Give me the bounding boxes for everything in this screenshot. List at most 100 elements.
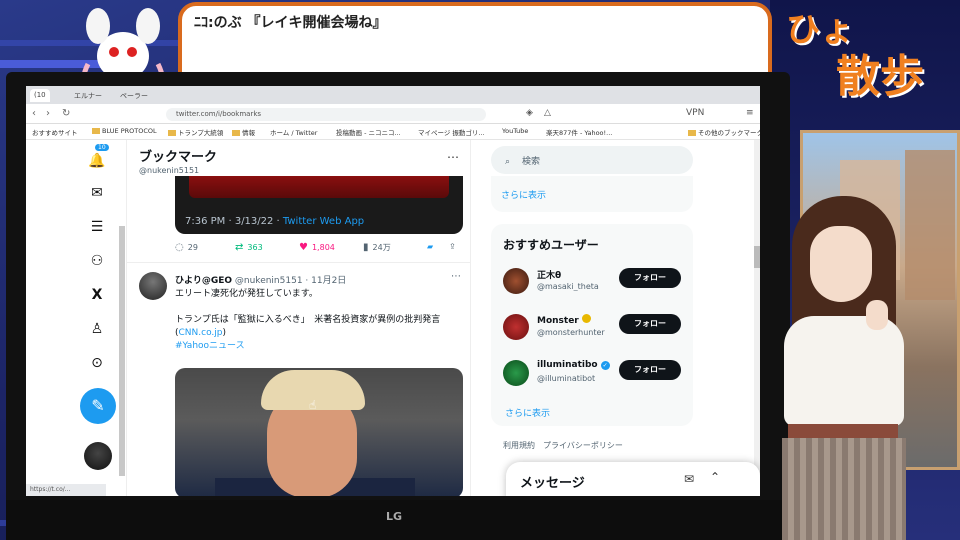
bookmark-item[interactable]: 情報	[232, 127, 255, 137]
browser-tab[interactable]: エルナー	[70, 89, 106, 102]
vtuber-avatar	[770, 196, 920, 540]
who-to-follow-box: おすすめユーザー 正木θ @masaki_theta フォロー Monster …	[491, 224, 693, 426]
new-message-icon[interactable]: ✉	[684, 472, 694, 486]
user-handle: @masaki_theta	[537, 282, 599, 291]
notification-badge: 10	[95, 144, 109, 151]
tweet-image[interactable]: ☝	[175, 368, 463, 496]
people-icon[interactable]: ⚇	[86, 250, 108, 272]
forward-icon[interactable]: ›	[46, 108, 50, 119]
bookmark-item[interactable]: ホーム / Twitter	[270, 127, 317, 137]
who-to-follow-title: おすすめユーザー	[503, 238, 599, 252]
avatar-hand	[866, 300, 888, 330]
avatar-face	[810, 226, 872, 302]
browser-tab-bar: (10 エルナー ペーラー	[26, 86, 760, 104]
heart-icon: ♥	[299, 242, 308, 253]
tweet-hashtag[interactable]: #Yahooニュース	[175, 340, 465, 353]
reload-icon[interactable]: ↻	[62, 108, 70, 119]
bookmark-item[interactable]: BLUE PROTOCOL	[92, 127, 157, 135]
suggested-user[interactable]: 正木θ @masaki_theta フォロー	[503, 266, 693, 302]
tweet-handle-date: @nukenin5151 · 11月2日	[234, 276, 347, 286]
views-button[interactable]: ▮ 24万	[363, 242, 391, 253]
bookmark-item[interactable]: おすすめサイト	[32, 127, 78, 137]
messages-drawer[interactable]: メッセージ ✉ ⌃	[506, 462, 760, 496]
share-icon[interactable]: ⇪	[449, 242, 456, 251]
bookmark-item[interactable]: 投稿動画 - ニコニコ...	[336, 127, 401, 137]
user-name[interactable]: 正木θ	[537, 268, 561, 281]
page-scrollbar-thumb[interactable]	[754, 246, 760, 268]
reply-icon: ◌	[175, 242, 184, 253]
embedded-media	[189, 176, 449, 198]
follow-button[interactable]: フォロー	[619, 268, 681, 288]
compose-tweet-button[interactable]: ✎	[80, 388, 116, 424]
gold-verified-icon	[581, 314, 591, 323]
right-sidebar: ⌕ 検索 さらに表示 おすすめユーザー 正木θ @masaki_theta フォロ…	[481, 140, 760, 496]
bookmark-icon[interactable]: ▰	[427, 242, 433, 251]
user-avatar[interactable]	[503, 360, 529, 386]
page-handle: @nukenin5151	[139, 166, 200, 175]
mail-icon[interactable]: ✉	[86, 182, 108, 204]
avatar-skirt	[782, 438, 906, 540]
back-icon[interactable]: ‹	[32, 108, 36, 119]
follow-button[interactable]: フォロー	[619, 360, 681, 380]
browser-tab[interactable]: ペーラー	[116, 89, 152, 102]
bookmark-item[interactable]: YouTube	[502, 127, 528, 135]
menu-icon[interactable]: ≡	[746, 108, 754, 118]
footer-links[interactable]: 利用規約 プライバシーポリシー	[503, 440, 623, 451]
like-button[interactable]: ♥ 1,804	[299, 242, 335, 253]
search-icon: ⌕	[505, 157, 511, 167]
user-handle: @illuminatibot	[537, 374, 596, 383]
show-more-link[interactable]: さらに表示	[505, 406, 550, 419]
browser-tab[interactable]: (10	[30, 89, 50, 102]
retweet-icon: ⇄	[235, 242, 244, 253]
tweet-more-icon[interactable]: ⋯	[451, 271, 461, 282]
reply-button[interactable]: ◌ 29	[175, 242, 198, 253]
embedded-tweet-card[interactable]: 7:36 PM · 3/13/22 · Twitter Web App	[175, 176, 463, 234]
stream-title-line2: 散歩	[836, 51, 924, 102]
user-name[interactable]: illuminatibo ✓	[537, 360, 610, 370]
avatar-belt	[788, 424, 898, 438]
divider	[127, 262, 470, 263]
user-name[interactable]: Monster	[537, 314, 591, 326]
bookmark-item[interactable]: マイページ 振動ゴリ...	[418, 127, 485, 137]
bookmark-item[interactable]: その他のブックマーク	[688, 127, 760, 137]
bell-icon[interactable]: 🔔	[86, 150, 108, 172]
x-logo-icon[interactable]: X	[86, 284, 108, 306]
mouse-cursor-icon: ☝	[309, 398, 317, 412]
embedded-source-link[interactable]: Twitter Web App	[283, 216, 364, 227]
suggested-user[interactable]: Monster @monsterhunter フォロー	[503, 312, 693, 348]
page-scrollbar[interactable]	[754, 140, 760, 496]
expand-icon[interactable]: ⌃	[710, 470, 720, 484]
tweet-avatar[interactable]	[139, 272, 167, 300]
user-avatar[interactable]	[503, 268, 529, 294]
show-more-link[interactable]: さらに表示	[501, 188, 546, 201]
bookmarks-bar: おすすめサイト BLUE PROTOCOL トランプ大統領 情報 ホーム / T…	[26, 124, 760, 140]
embedded-timestamp: 7:36 PM · 3/13/22 · Twitter Web App	[185, 216, 365, 227]
browser-screen: (10 エルナー ペーラー ‹ › ↻ twitter.com/i/bookma…	[26, 86, 760, 496]
tweet-text: エリート凄死化が発狂しています。 トランプ氏は「監獄に入るべき」 米著名投資家が…	[175, 288, 465, 353]
bookmark-item[interactable]: トランプ大統領	[168, 127, 223, 137]
sidebar-scrollbar[interactable]	[119, 226, 125, 476]
chart-icon: ▮	[363, 242, 369, 253]
retweet-button[interactable]: ⇄ 363	[235, 242, 263, 253]
tweet-actions: ◌ 29 ⇄ 363 ♥ 1,804 ▮ 24万 ▰ ⇪	[175, 240, 465, 256]
user-handle: @monsterhunter	[537, 328, 605, 337]
vpn-button[interactable]: VPN	[686, 108, 704, 118]
dialog-text: ﾆｺ:のぶ 『レイキ開催会場ね』	[194, 15, 387, 31]
user-avatar[interactable]	[503, 314, 529, 340]
bookmark-item[interactable]: 楽天877件 - Yahoo!...	[546, 127, 612, 137]
messages-title: メッセージ	[520, 476, 585, 491]
profile-icon[interactable]: ♙	[86, 318, 108, 340]
more-circle-icon[interactable]: ⊙	[86, 352, 108, 374]
tweet-link[interactable]: CNN.co.jp	[179, 328, 223, 338]
follow-button[interactable]: フォロー	[619, 314, 681, 334]
search-input[interactable]: ⌕ 検索	[491, 146, 693, 174]
tweet-author-name[interactable]: ひより@GEO	[175, 276, 232, 286]
list-icon[interactable]: ☰	[86, 216, 108, 238]
account-avatar[interactable]	[84, 442, 112, 470]
shield-icon[interactable]: ◈	[526, 108, 533, 118]
suggested-user[interactable]: illuminatibo ✓ @illuminatibot フォロー	[503, 358, 693, 394]
triangle-icon[interactable]: △	[544, 108, 551, 118]
more-options-icon[interactable]: ⋯	[447, 150, 459, 164]
url-input[interactable]: twitter.com/i/bookmarks	[166, 108, 486, 121]
bookmarks-timeline: ブックマーク @nukenin5151 ⋯ 7:36 PM · 3/13/22 …	[126, 140, 471, 496]
